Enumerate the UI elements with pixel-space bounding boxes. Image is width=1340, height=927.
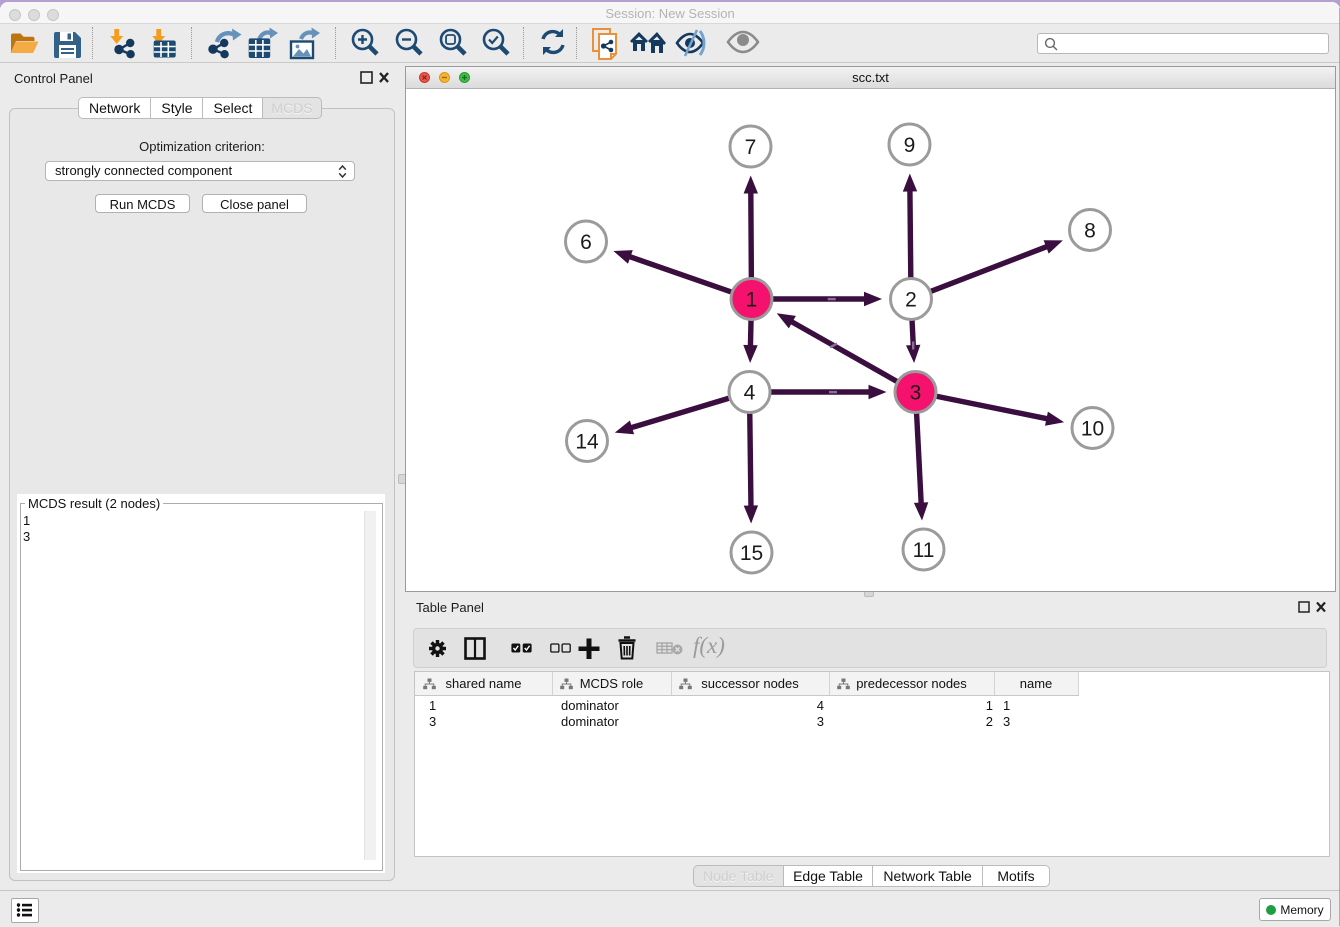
svg-text:14: 14 <box>575 431 599 454</box>
svg-text:4: 4 <box>744 382 756 405</box>
svg-text:3: 3 <box>910 382 922 405</box>
svg-text:11: 11 <box>913 539 935 562</box>
svg-text:7: 7 <box>745 136 757 159</box>
svg-text:1: 1 <box>746 289 758 312</box>
svg-text:2: 2 <box>905 289 917 312</box>
svg-text:8: 8 <box>1084 220 1096 243</box>
svg-text:6: 6 <box>580 231 592 254</box>
svg-text:10: 10 <box>1081 418 1104 441</box>
svg-text:15: 15 <box>740 542 763 565</box>
svg-text:9: 9 <box>904 134 916 157</box>
